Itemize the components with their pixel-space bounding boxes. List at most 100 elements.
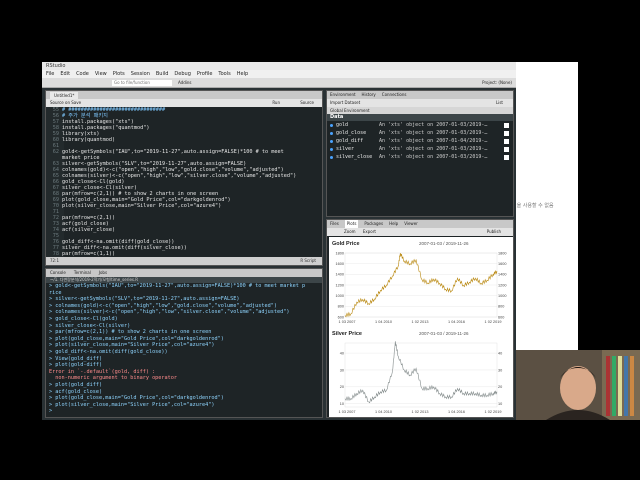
x-tick-label: 1 04 2016 [448, 320, 465, 324]
source-button[interactable]: Source [300, 99, 314, 107]
console-tab-terminal[interactable]: Terminal [74, 269, 91, 277]
expand-icon[interactable] [330, 140, 333, 143]
environment-toolbar: Import Dataset List [327, 99, 513, 107]
console-line: > gold_close<-Cl(gold) [49, 316, 118, 322]
import-dataset-button[interactable]: Import Dataset [330, 100, 360, 105]
chart-title: Gold Price [332, 241, 360, 247]
console-line: > plot(silver_close,main="Silver Price",… [49, 401, 215, 408]
environment-tabs: Environment History Connections [327, 91, 513, 99]
environment-tab-connections[interactable]: Connections [382, 91, 407, 99]
environment-tab-environment[interactable]: Environment [330, 91, 356, 99]
view-grid-icon[interactable] [504, 123, 509, 128]
variable-name: gold_diff [336, 138, 364, 144]
menu-item[interactable]: Edit [60, 70, 70, 78]
environment-section-header: Data [327, 114, 513, 121]
menu-item[interactable]: View [95, 70, 107, 78]
cursor-position: 72:1 [50, 258, 59, 263]
x-tick-label: 1 04 2010 [375, 410, 392, 414]
variable-value: An 'xts' object on 2007-01-03/2019-… [379, 154, 488, 160]
expand-icon[interactable] [330, 132, 333, 135]
console-line: > plot(gold_close,main="Gold Price",col=… [49, 395, 224, 402]
console-line: > plot(silver_close,main="Silver Price",… [49, 342, 215, 349]
export-button[interactable]: Export [363, 229, 376, 234]
screen: 인을 사용할 수 없음 RStudio File Edit Code View Plot… [0, 0, 640, 480]
menu-item[interactable]: Profile [197, 70, 213, 78]
menu-bar: File Edit Code View Plots Session Build Debug Pr… [42, 70, 516, 78]
menu-item[interactable]: Debug [174, 70, 190, 78]
variable-value: An 'xts' object on 2007-01-03/2019-… [379, 122, 488, 128]
x-tick-label: 1 04 2016 [448, 410, 465, 414]
plots-tab-files[interactable]: Files [330, 220, 339, 228]
view-grid-icon[interactable] [504, 139, 509, 144]
file-type[interactable]: R Script [300, 257, 316, 265]
plots-tab-viewer[interactable]: Viewer [404, 220, 418, 228]
environment-row[interactable]: silver An 'xts' object on 2007-01-03/2019… [327, 146, 513, 153]
publish-button[interactable]: Publish [487, 228, 501, 236]
code-text: library(quantmod) [62, 137, 116, 143]
console-line: > colnames(silver)<-c("open","high","low… [49, 309, 290, 316]
environment-row[interactable]: gold_diff An 'xts' object on 2007-01-04/2… [327, 138, 513, 145]
chart-subtitle: 2007-01-03 / 2019-11-26 [419, 241, 469, 246]
console-tabs: Console Terminal Jobs [46, 269, 322, 277]
environment-row[interactable]: gold_close An 'xts' object on 2007-01-03/… [327, 130, 513, 137]
console-tab-jobs[interactable]: Jobs [99, 269, 107, 277]
console-line: > plot(gold_diff) [49, 382, 103, 388]
plots-tab-help[interactable]: Help [389, 220, 398, 228]
plots-tab-plots[interactable]: Plots [344, 220, 359, 228]
y-tick-label-right: 1200 [498, 283, 506, 287]
environment-tab-history[interactable]: History [362, 91, 376, 99]
source-on-save-checkbox[interactable]: Source on Save [50, 100, 81, 105]
menu-item[interactable]: Tools [218, 70, 230, 78]
expand-icon[interactable] [330, 124, 333, 127]
console-line: > gold_diff<-na.omit(diff(gold_close)) [49, 349, 168, 355]
source-editor: Untitled1* Source on Save Run Source 55 #… [45, 90, 323, 266]
menu-item[interactable]: Plots [113, 70, 125, 78]
expand-icon[interactable] [330, 156, 333, 159]
code-area[interactable]: 55 # ############################### 56 # 주… [46, 107, 322, 257]
variable-value: An 'xts' object on 2007-01-04/2019-… [379, 138, 488, 144]
console-tab-console[interactable]: Console [50, 269, 66, 277]
project-menu[interactable]: Project: (None) [482, 80, 512, 85]
chart-subtitle: 2007-01-03 / 2019-11-26 [419, 331, 469, 336]
menu-item[interactable]: Code [76, 70, 89, 78]
variable-name: gold [336, 122, 349, 128]
x-tick-label: 1 02 2019 [485, 410, 502, 414]
console-line: > silver_close<-Cl(silver) [49, 322, 131, 329]
console-line: Error in `-.default`(gold, diff) : [49, 368, 156, 375]
plots-tabs: Files Plots Packages Help Viewer [327, 220, 513, 228]
variable-name: silver [336, 146, 355, 152]
run-button[interactable]: Run [272, 99, 280, 107]
console-line: > plot(gold-diff) [49, 362, 103, 369]
view-grid-icon[interactable] [504, 155, 509, 160]
editor-tab[interactable]: Untitled1* [50, 92, 79, 99]
environment-row[interactable]: gold An 'xts' object on 2007-01-03/2019-… [327, 122, 513, 129]
plots-tab-packages[interactable]: Packages [364, 220, 383, 228]
list-view-toggle[interactable]: List [496, 99, 503, 107]
y-tick-label-right: 20 [498, 385, 502, 389]
plots-toolbar: Zoom Export Publish [327, 228, 513, 236]
menu-item[interactable]: Help [237, 70, 248, 78]
code-text: acf(silver_close) [62, 227, 116, 233]
y-tick-label-right: 40 [498, 352, 502, 356]
menu-item[interactable]: File [46, 70, 54, 78]
y-tick-label: 1800 [336, 251, 344, 255]
y-tick-label: 1600 [336, 262, 344, 266]
console-output[interactable]: > gold<-getSymbols("IAU",to="2019-11-27"… [46, 283, 322, 417]
addins-button[interactable]: Addins [178, 80, 191, 85]
variable-name: gold_close [336, 130, 367, 136]
menu-item[interactable]: Session [131, 70, 150, 78]
view-grid-icon[interactable] [504, 131, 509, 136]
goto-file-input[interactable]: Go to file/function [112, 80, 172, 86]
x-tick-label: 1 03 2007 [339, 320, 356, 324]
view-grid-icon[interactable] [504, 147, 509, 152]
y-tick-label: 10 [340, 402, 344, 406]
y-tick-label: 1400 [336, 273, 344, 277]
y-tick-label: 20 [340, 385, 344, 389]
zoom-button[interactable]: Zoom [344, 229, 356, 234]
editor-status-bar: 72:1 R Script [46, 257, 322, 265]
expand-icon[interactable] [330, 148, 333, 151]
environment-scope-select[interactable]: Global Environment [327, 107, 513, 114]
menu-item[interactable]: Build [156, 70, 169, 78]
console-line: > colnames(gold)<-c("open","high","low",… [49, 302, 277, 309]
environment-row[interactable]: silver_close An 'xts' object on 2007-01-0… [327, 154, 513, 161]
